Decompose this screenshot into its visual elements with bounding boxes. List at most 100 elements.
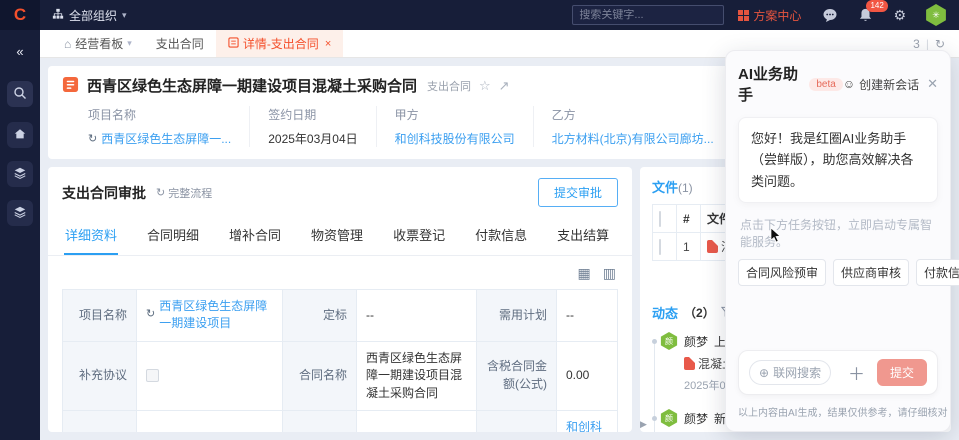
settings-button[interactable]: ⚙: [893, 7, 906, 24]
web-search-label: 联网搜索: [773, 364, 821, 381]
pdf-icon: [684, 357, 695, 370]
ai-task-button-供应商审核[interactable]: 供应商审核: [833, 259, 909, 286]
global-search-input[interactable]: [573, 9, 724, 21]
add-attachment-icon[interactable]: ＋: [848, 360, 865, 385]
divider: |: [926, 37, 929, 51]
cell-label: 合同名称: [283, 342, 357, 410]
field-label: 乙方: [552, 106, 714, 123]
user-avatar[interactable]: ✳: [925, 4, 947, 26]
field-label: 签约日期: [268, 106, 357, 123]
search-icon: [13, 86, 27, 103]
field-label: 甲方: [395, 106, 515, 123]
detail-tab-收票登记[interactable]: 收票登记: [392, 216, 446, 255]
close-icon[interactable]: ✕: [927, 76, 938, 92]
checkbox[interactable]: [146, 369, 159, 382]
external-link-icon[interactable]: ↗: [499, 78, 510, 94]
tab-经营看板[interactable]: ⌂经营看板▾: [52, 30, 144, 57]
layers-icon: [13, 166, 27, 183]
ai-greeting-card: 您好！我是红圈AI业务助手（尝鲜版），助您高效解决各类问题。: [738, 117, 938, 203]
new-session-button[interactable]: ☺ 创建新会话: [843, 76, 919, 93]
submit-approval-button[interactable]: 提交审批: [538, 178, 618, 207]
detail-tab-增补合同[interactable]: 增补合同: [228, 216, 282, 255]
cell-link[interactable]: 西青区绿色生态屏障一期建设项目: [159, 298, 273, 333]
full-flow-label: 完整流程: [168, 185, 212, 201]
form-icon: [228, 37, 239, 51]
rotate-360-icon: ↻: [146, 307, 155, 323]
cell-link[interactable]: 和创科技股份有限公司: [566, 419, 608, 432]
cell-value: 西青区绿色生态屏障一期建设项目混凝土采购合同: [357, 342, 477, 410]
home-icon: ⌂: [64, 37, 71, 51]
field-label: 项目名称: [88, 106, 231, 123]
field-value-text: 和创科技股份有限公司: [395, 130, 515, 147]
sidebar-home-button[interactable]: [7, 122, 33, 148]
star-icon[interactable]: ☆: [479, 78, 491, 94]
ai-panel-title: AI业务助手: [738, 63, 803, 105]
sidebar-search-button[interactable]: [7, 81, 33, 107]
field-value[interactable]: 北方材料(北京)有限公司廊坊...: [552, 130, 714, 147]
notifications-button[interactable]: 142: [858, 7, 873, 23]
rail-expand-handle[interactable]: ▶: [640, 419, 647, 430]
table-toolbar: ▦ ▥: [48, 256, 632, 289]
tab-支出合同[interactable]: 支出合同: [144, 30, 216, 57]
header-field-1: 签约日期 2025年03月04日: [249, 106, 375, 147]
mouse-cursor: [770, 227, 782, 247]
detail-tab-合同明细[interactable]: 合同明细: [146, 216, 200, 255]
file-checkbox[interactable]: [659, 239, 661, 255]
detail-tab-详细资料[interactable]: 详细资料: [64, 216, 118, 255]
files-label[interactable]: 文件: [652, 180, 678, 195]
cell-label: 合同编号: [63, 411, 137, 432]
activity-count: （2）: [684, 304, 715, 321]
header-field-2: 甲方和创科技股份有限公司: [376, 106, 533, 147]
ai-task-button-付款信息比对[interactable]: 付款信息比对: [916, 259, 959, 286]
avatar: 颜: [660, 332, 678, 350]
ai-task-button-合同风险预审[interactable]: 合同风险预审: [738, 259, 826, 286]
cell-label: 需用计划: [477, 290, 557, 341]
cell-value: --: [357, 411, 477, 432]
solution-center-label: 方案中心: [753, 7, 801, 24]
detail-tab-物资管理[interactable]: 物资管理: [310, 216, 364, 255]
file-select-cell: [653, 233, 677, 261]
full-flow-link[interactable]: ↻ 完整流程: [156, 185, 212, 201]
contract-doc-icon: [62, 76, 79, 96]
detail-tab-付款信息[interactable]: 付款信息: [474, 216, 528, 255]
tab-详情-支出合同[interactable]: 详情-支出合同×: [216, 30, 343, 57]
activity-user[interactable]: 颜梦: [684, 333, 708, 350]
refresh-icon[interactable]: ↻: [935, 37, 945, 51]
ai-assistant-panel: AI业务助手 beta ☺ 创建新会话 ✕ 您好！我是红圈AI业务助手（尝鲜版）…: [725, 50, 951, 432]
select-all-checkbox[interactable]: [659, 211, 661, 227]
cell-value: 和创科技股份有限公司: [557, 411, 617, 432]
column-settings-icon[interactable]: ▥: [603, 265, 616, 282]
activity-user[interactable]: 颜梦: [684, 410, 708, 427]
org-label: 全部组织: [69, 7, 117, 24]
approval-title: 支出合同审批: [62, 183, 146, 203]
web-search-toggle[interactable]: ⊕ 联网搜索: [749, 360, 831, 385]
chevron-down-icon: ▾: [127, 38, 132, 49]
detail-tab-支出结算[interactable]: 支出结算: [556, 216, 610, 255]
close-tab-icon[interactable]: ×: [325, 38, 331, 50]
files-count: (1): [678, 181, 693, 195]
activity-section-title[interactable]: 动态: [652, 303, 678, 322]
home-icon: [13, 127, 27, 144]
sidebar-modules-button[interactable]: [7, 200, 33, 226]
table-view-icon[interactable]: ▦: [578, 265, 591, 282]
solution-center-link[interactable]: 方案中心: [738, 7, 801, 24]
cell-value: [137, 342, 283, 410]
rotate-360-icon: ↻: [88, 132, 97, 145]
sidebar-apps-button[interactable]: [7, 161, 33, 187]
cell-label: 甲方: [477, 411, 557, 432]
globe-icon: ⊕: [759, 366, 769, 380]
ai-submit-button[interactable]: 提交: [877, 359, 927, 386]
field-value: 2025年03月04日: [268, 130, 357, 147]
ai-input-bar[interactable]: ⊕ 联网搜索 ＋ 提交: [738, 350, 938, 395]
field-value-text: 北方材料(北京)有限公司廊坊...: [552, 130, 714, 147]
collapse-sidebar-icon[interactable]: «: [16, 44, 23, 59]
tab-count-value: 3: [913, 37, 920, 51]
org-selector[interactable]: 全部组织 ▾: [52, 7, 127, 24]
global-search[interactable]: [572, 5, 724, 25]
field-value[interactable]: ↻西青区绿色生态屏障一...: [88, 130, 231, 147]
layers-icon: [13, 205, 27, 222]
tab-label: 支出合同: [156, 35, 204, 52]
flow-icon: ↻: [156, 186, 165, 199]
messages-button[interactable]: [822, 7, 838, 23]
field-value[interactable]: 和创科技股份有限公司: [395, 130, 515, 147]
